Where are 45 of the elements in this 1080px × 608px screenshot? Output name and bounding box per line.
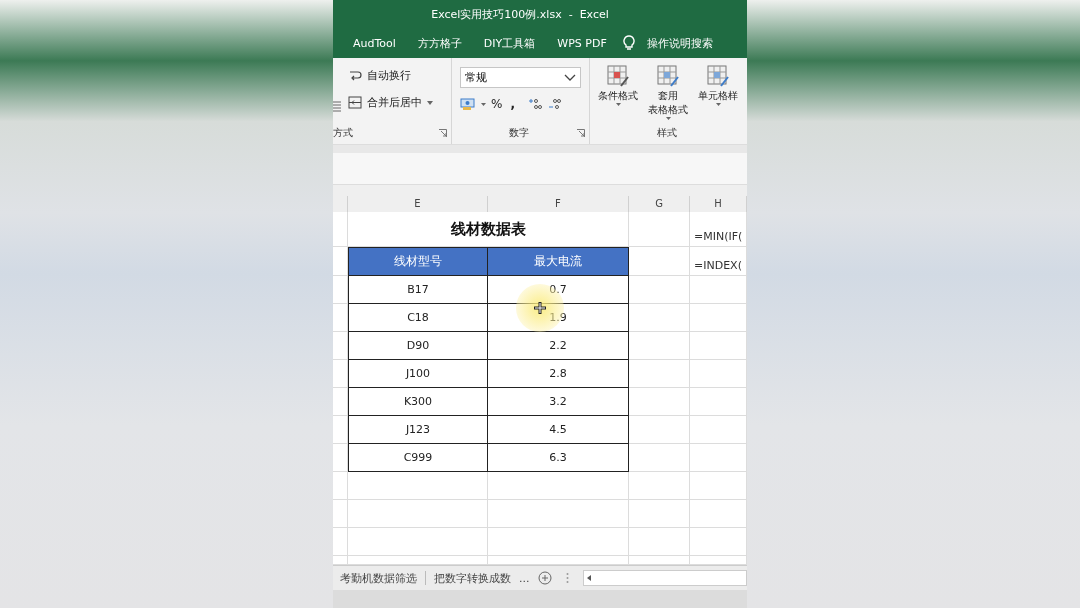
- percent-button[interactable]: %: [491, 97, 503, 111]
- dialog-launcher-icon[interactable]: [577, 129, 585, 137]
- caret-icon: [481, 102, 486, 106]
- window-title: Excel实用技巧100例.xlsx - Excel: [431, 6, 609, 22]
- sheet-tab[interactable]: 考勤机数据筛选: [340, 570, 417, 586]
- caret-icon: [665, 117, 671, 120]
- ribbon-tab[interactable]: AudTool: [353, 36, 396, 50]
- more-sheets-button[interactable]: ...: [519, 571, 530, 585]
- group-label: 方式: [333, 126, 353, 140]
- caret-icon: [427, 100, 433, 105]
- formula-text: =MIN(IF(: [694, 230, 743, 243]
- number-format-dropdown[interactable]: 常规: [460, 67, 581, 88]
- style-button[interactable]: 条件格式: [598, 64, 638, 122]
- table-header: 线材型号: [348, 247, 488, 276]
- lightbulb-icon: [622, 35, 635, 51]
- style-button[interactable]: 套用 表格格式: [648, 64, 688, 122]
- caret-icon: [715, 103, 721, 106]
- ribbon-tab[interactable]: WPS PDF: [557, 36, 607, 50]
- splitter-handle-icon[interactable]: [565, 572, 569, 584]
- decrease-decimal-icon[interactable]: [546, 98, 561, 110]
- table-style-icon: [606, 64, 630, 88]
- ribbon-tab[interactable]: 方方格子: [417, 35, 462, 51]
- merge-center-button[interactable]: 合并后居中: [367, 95, 422, 110]
- horizontal-scrollbar[interactable]: [582, 570, 747, 586]
- sheet-tab[interactable]: 把数字转换成数: [434, 570, 511, 586]
- dialog-launcher-icon[interactable]: [439, 129, 447, 137]
- increase-decimal-icon[interactable]: [527, 98, 542, 110]
- table-header: 最大电流: [488, 247, 629, 276]
- ribbon-tab[interactable]: DIY工具箱: [483, 35, 536, 51]
- add-sheet-icon[interactable]: [537, 571, 552, 585]
- group-label: 数字: [509, 126, 529, 140]
- wrap-text-button[interactable]: 自动换行: [367, 68, 411, 83]
- comma-button[interactable]: ,: [510, 97, 515, 111]
- wrap-text-icon: [348, 68, 362, 83]
- caret-icon: [615, 103, 621, 106]
- formula-text: =INDEX(: [694, 259, 742, 272]
- merge-center-icon: [348, 96, 362, 109]
- table-style-icon: [706, 64, 730, 88]
- group-label: 样式: [656, 126, 677, 140]
- align-icon: [333, 100, 341, 112]
- tell-me-search[interactable]: 操作说明搜索: [646, 35, 713, 51]
- table-style-icon: [656, 64, 680, 88]
- chevron-down-icon: [564, 74, 576, 81]
- currency-icon[interactable]: [460, 97, 476, 111]
- style-button[interactable]: 单元格样: [698, 64, 738, 122]
